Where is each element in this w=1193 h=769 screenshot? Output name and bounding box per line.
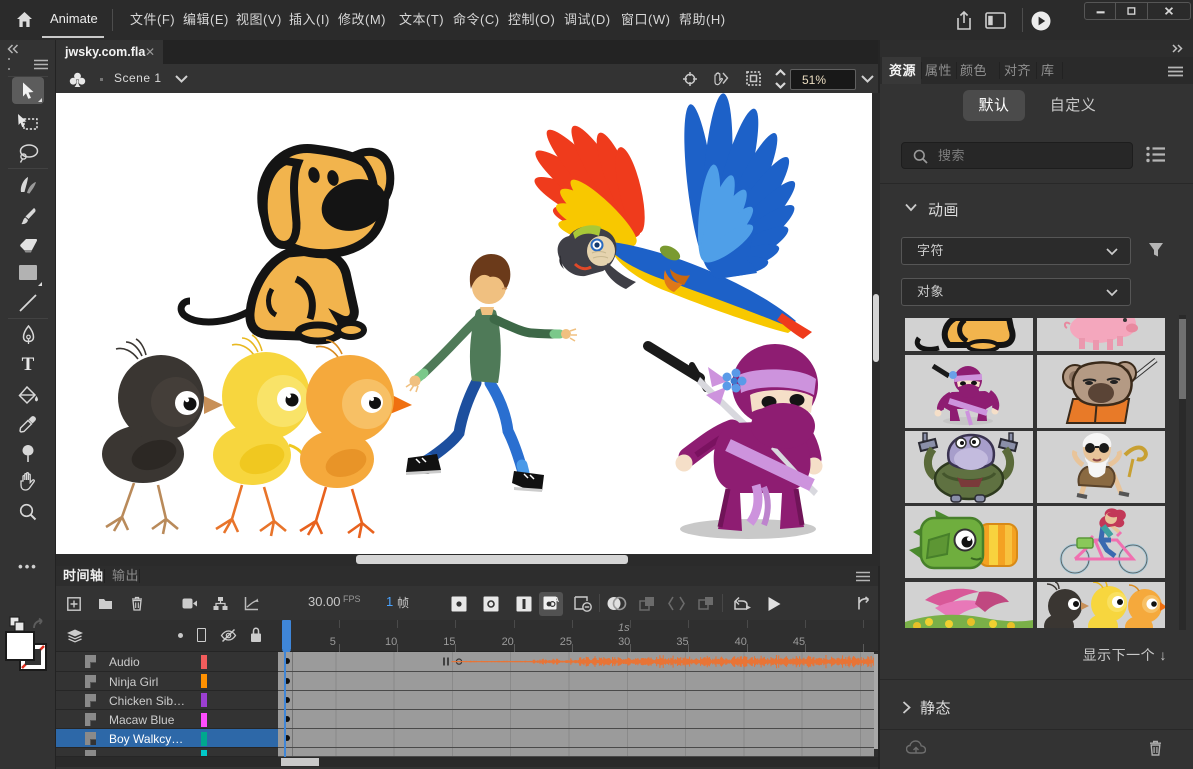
svg-text:A: A bbox=[554, 597, 559, 604]
